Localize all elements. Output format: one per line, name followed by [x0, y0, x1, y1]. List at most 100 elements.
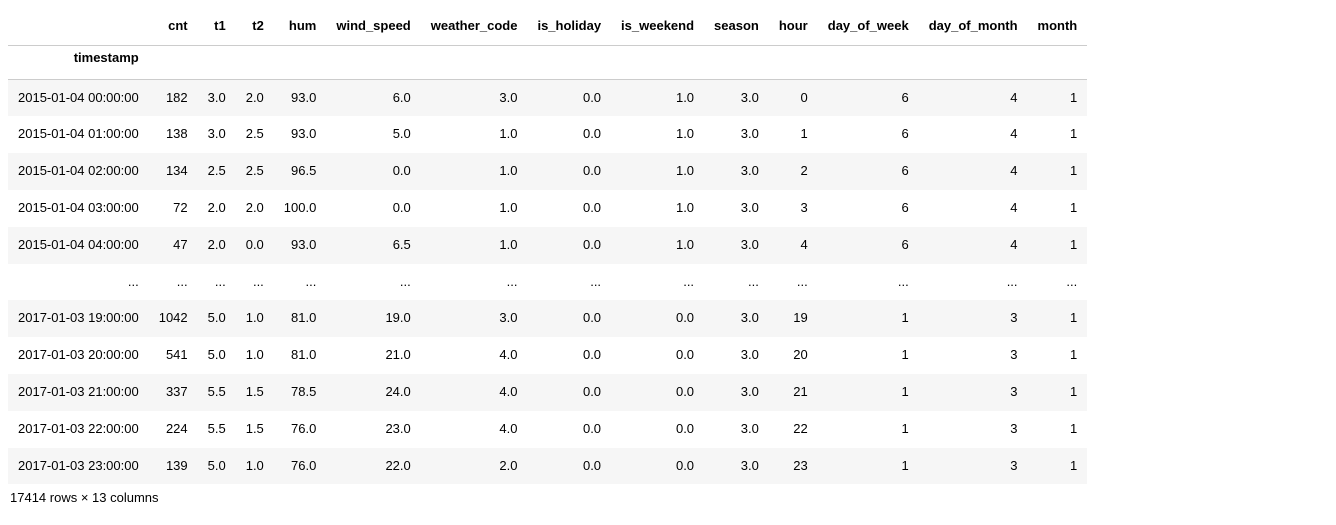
col-header: is_holiday	[527, 8, 611, 45]
ellipsis-row: ........................................…	[8, 264, 1087, 301]
table-row: 2017-01-03 21:00:003375.51.578.524.04.00…	[8, 374, 1087, 411]
table-row: 2017-01-03 19:00:0010425.01.081.019.03.0…	[8, 300, 1087, 337]
cell: 1.0	[611, 79, 704, 116]
cell: 21	[769, 374, 818, 411]
cell: 3.0	[704, 337, 769, 374]
cell: 1	[1028, 153, 1088, 190]
cell: 0.0	[527, 227, 611, 264]
cell: 4.0	[421, 411, 528, 448]
col-header: cnt	[149, 8, 198, 45]
row-index: ...	[8, 264, 149, 301]
cell: 1.0	[421, 153, 528, 190]
cell: 0.0	[611, 337, 704, 374]
cell: 0.0	[527, 300, 611, 337]
cell: 4	[919, 190, 1028, 227]
cell: 93.0	[274, 79, 327, 116]
cell: 6	[818, 79, 919, 116]
cell: 3.0	[421, 300, 528, 337]
index-name-row: timestamp	[8, 45, 1087, 79]
cell: ...	[236, 264, 274, 301]
cell: 3.0	[704, 448, 769, 485]
row-index: 2015-01-04 00:00:00	[8, 79, 149, 116]
cell: 0.0	[527, 448, 611, 485]
table-row: 2017-01-03 22:00:002245.51.576.023.04.00…	[8, 411, 1087, 448]
cell: ...	[919, 264, 1028, 301]
cell: 1	[818, 448, 919, 485]
col-header: day_of_month	[919, 8, 1028, 45]
cell: ...	[1028, 264, 1088, 301]
cell: 2.5	[236, 116, 274, 153]
col-header: month	[1028, 8, 1088, 45]
cell: 1.0	[236, 300, 274, 337]
cell: 4	[919, 227, 1028, 264]
cell: 20	[769, 337, 818, 374]
cell: 4	[769, 227, 818, 264]
col-header: season	[704, 8, 769, 45]
col-header: day_of_week	[818, 8, 919, 45]
cell: 2	[769, 153, 818, 190]
cell: 24.0	[326, 374, 420, 411]
cell: 1	[818, 337, 919, 374]
col-header: wind_speed	[326, 8, 420, 45]
row-index: 2015-01-04 01:00:00	[8, 116, 149, 153]
row-index: 2015-01-04 04:00:00	[8, 227, 149, 264]
col-header: t1	[198, 8, 236, 45]
col-header: hour	[769, 8, 818, 45]
row-index: 2017-01-03 23:00:00	[8, 448, 149, 485]
col-header: weather_code	[421, 8, 528, 45]
cell: 6	[818, 153, 919, 190]
cell: 0.0	[527, 116, 611, 153]
cell: 1.0	[236, 337, 274, 374]
cell: 6.5	[326, 227, 420, 264]
cell: 5.0	[198, 448, 236, 485]
cell: 1	[818, 374, 919, 411]
cell: 0.0	[527, 337, 611, 374]
cell: 1	[1028, 448, 1088, 485]
cell: 1	[1028, 227, 1088, 264]
cell: ...	[704, 264, 769, 301]
cell: 1.0	[421, 116, 528, 153]
cell: 182	[149, 79, 198, 116]
cell: 2.5	[236, 153, 274, 190]
cell: 4	[919, 116, 1028, 153]
cell: 6	[818, 227, 919, 264]
cell: 3	[919, 374, 1028, 411]
cell: 1	[769, 116, 818, 153]
cell: 5.0	[326, 116, 420, 153]
cell: 0.0	[326, 153, 420, 190]
table-row: 2015-01-04 04:00:00472.00.093.06.51.00.0…	[8, 227, 1087, 264]
table-row: 2017-01-03 23:00:001395.01.076.022.02.00…	[8, 448, 1087, 485]
cell: 2.0	[198, 227, 236, 264]
cell: 1	[1028, 374, 1088, 411]
row-index: 2017-01-03 19:00:00	[8, 300, 149, 337]
cell: ...	[818, 264, 919, 301]
table-row: 2015-01-04 01:00:001383.02.593.05.01.00.…	[8, 116, 1087, 153]
cell: 3.0	[704, 300, 769, 337]
cell: 22	[769, 411, 818, 448]
table-row: 2017-01-03 20:00:005415.01.081.021.04.00…	[8, 337, 1087, 374]
cell: 1	[818, 300, 919, 337]
cell: 1	[1028, 411, 1088, 448]
table-row: 2015-01-04 00:00:001823.02.093.06.03.00.…	[8, 79, 1087, 116]
cell: 4.0	[421, 374, 528, 411]
cell: 139	[149, 448, 198, 485]
cell: 3	[769, 190, 818, 227]
cell: 0	[769, 79, 818, 116]
cell: 3.0	[704, 227, 769, 264]
cell: 6.0	[326, 79, 420, 116]
cell: 0.0	[527, 190, 611, 227]
cell: 337	[149, 374, 198, 411]
cell: 4	[919, 153, 1028, 190]
cell: 0.0	[611, 448, 704, 485]
row-index: 2017-01-03 20:00:00	[8, 337, 149, 374]
cell: 78.5	[274, 374, 327, 411]
cell: 0.0	[611, 411, 704, 448]
cell: 3.0	[704, 153, 769, 190]
cell: 3.0	[704, 79, 769, 116]
dataframe-table: cnt t1 t2 hum wind_speed weather_code is…	[8, 8, 1087, 484]
cell: 0.0	[326, 190, 420, 227]
cell: 2.5	[198, 153, 236, 190]
cell: 3.0	[704, 190, 769, 227]
cell: 2.0	[198, 190, 236, 227]
cell: 22.0	[326, 448, 420, 485]
